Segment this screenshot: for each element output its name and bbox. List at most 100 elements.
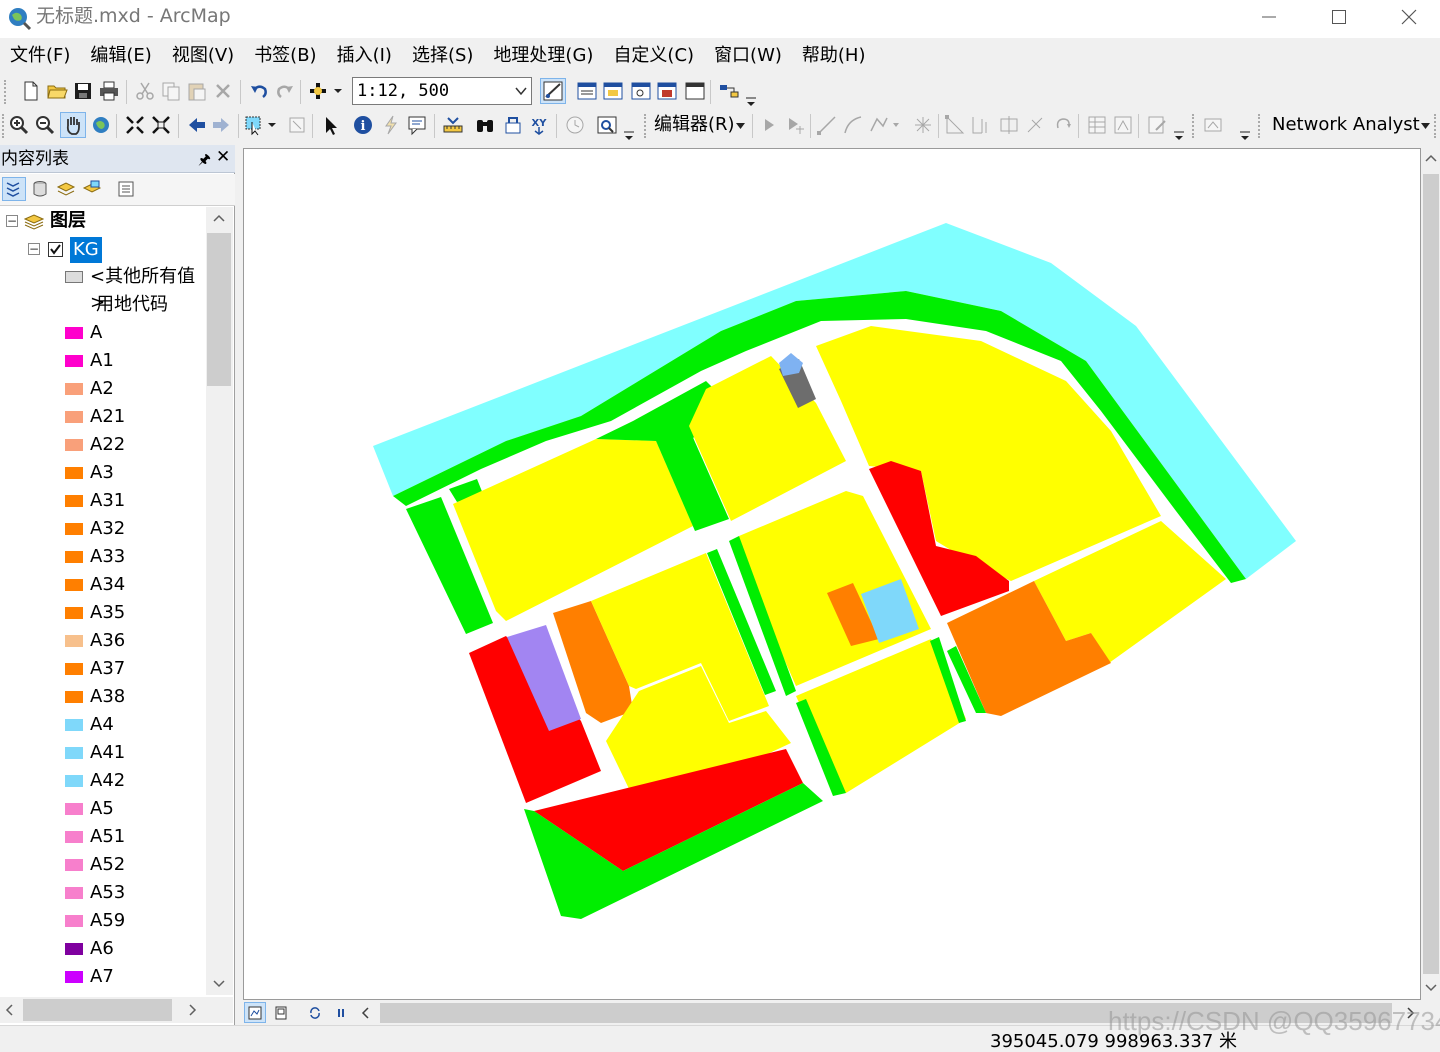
refresh-button[interactable] (304, 1002, 326, 1023)
fixed-zoom-in-button[interactable] (122, 112, 148, 138)
html-popup-button[interactable] (404, 112, 430, 138)
legend-item[interactable]: A5 (0, 795, 206, 823)
fixed-zoom-out-button[interactable] (148, 112, 174, 138)
go-to-xy-button[interactable]: XY (526, 112, 552, 138)
legend-item[interactable]: A35 (0, 599, 206, 627)
zoom-out-button[interactable] (32, 112, 58, 138)
open-button[interactable] (44, 78, 70, 104)
legend-item[interactable]: A42 (0, 767, 206, 795)
search-window-button[interactable] (628, 78, 654, 104)
clear-selection-button[interactable] (284, 112, 310, 138)
sketch-properties-button[interactable] (1110, 112, 1136, 138)
toolbar-grip[interactable] (1258, 114, 1262, 138)
layer-name-kg[interactable]: KG (70, 237, 102, 263)
measure-button[interactable] (440, 112, 466, 138)
identify-button[interactable]: i (350, 112, 376, 138)
legend-item[interactable]: A22 (0, 431, 206, 459)
menu-help[interactable]: 帮助(H) (796, 38, 872, 74)
scroll-right-button[interactable] (182, 999, 202, 1021)
legend-item[interactable]: A34 (0, 571, 206, 599)
arctoolbox-button[interactable] (654, 78, 680, 104)
network-analyst-menu[interactable]: Network Analyst (1272, 112, 1420, 138)
toc-vertical-scrollbar[interactable] (206, 207, 233, 995)
menu-file[interactable]: 文件(F) (4, 38, 76, 74)
table-of-contents-button[interactable] (574, 78, 600, 104)
delete-button[interactable] (210, 78, 236, 104)
straight-segment-button[interactable] (814, 112, 840, 138)
hyperlink-button[interactable] (378, 112, 404, 138)
save-button[interactable] (70, 78, 96, 104)
menu-view[interactable]: 视图(V) (166, 38, 240, 74)
pan-button[interactable] (60, 112, 86, 138)
undo-button[interactable] (246, 78, 272, 104)
menu-insert[interactable]: 插入(I) (331, 38, 398, 74)
select-features-button[interactable] (244, 112, 280, 138)
legend-item[interactable]: A (0, 319, 206, 347)
scroll-up-button[interactable] (207, 207, 231, 231)
close-window-button[interactable] (1374, 0, 1440, 34)
list-by-visibility-tab[interactable] (54, 177, 78, 201)
cut-button[interactable] (132, 78, 158, 104)
find-button[interactable] (472, 112, 498, 138)
edit-annotation-button[interactable] (782, 112, 808, 138)
toolbar-grip[interactable] (4, 80, 8, 104)
scroll-left-button[interactable] (0, 999, 20, 1021)
data-view-button[interactable] (244, 1002, 266, 1023)
legend-item[interactable]: A53 (0, 879, 206, 907)
legend-item[interactable]: A21 (0, 403, 206, 431)
catalog-window-button[interactable] (600, 78, 626, 104)
list-by-source-tab[interactable] (28, 177, 52, 201)
menu-edit[interactable]: 编辑(E) (84, 38, 157, 74)
reshape-button[interactable] (968, 112, 994, 138)
add-data-button[interactable] (306, 78, 346, 104)
toolbar-grip[interactable] (644, 114, 648, 138)
point-button[interactable] (910, 112, 936, 138)
create-viewer-button[interactable] (594, 112, 620, 138)
legend-item[interactable]: A31 (0, 487, 206, 515)
checkbox-checked-icon[interactable] (48, 242, 63, 257)
redo-button[interactable] (272, 78, 298, 104)
legend-item[interactable]: A51 (0, 823, 206, 851)
scroll-down-button[interactable] (207, 971, 231, 995)
print-button[interactable] (96, 78, 122, 104)
copy-button[interactable] (158, 78, 184, 104)
legend-item[interactable]: A38 (0, 683, 206, 711)
legend-item[interactable]: A41 (0, 739, 206, 767)
scroll-left-button[interactable] (356, 1003, 376, 1023)
legend-item[interactable]: A2 (0, 375, 206, 403)
pause-drawing-button[interactable] (330, 1002, 352, 1023)
menu-selection[interactable]: 选择(S) (406, 38, 479, 74)
go-back-button[interactable] (184, 112, 210, 138)
legend-item[interactable]: A6 (0, 935, 206, 963)
legend-item[interactable]: A59 (0, 907, 206, 935)
toolbar-overflow-button[interactable] (1238, 116, 1252, 142)
legend-item[interactable]: A52 (0, 851, 206, 879)
land-use-map[interactable] (244, 149, 1422, 1001)
legend-item[interactable]: A4 (0, 711, 206, 739)
chevron-down-icon[interactable] (736, 123, 745, 130)
toolbar-overflow-button[interactable] (744, 82, 758, 108)
edit-tool-button[interactable] (756, 112, 782, 138)
maximize-button[interactable] (1304, 0, 1374, 34)
time-slider-button[interactable] (562, 112, 588, 138)
network-tool-button[interactable] (1200, 112, 1226, 138)
legend-item[interactable]: A32 (0, 515, 206, 543)
menu-windows[interactable]: 窗口(W) (708, 38, 788, 74)
split-tool-button[interactable] (1022, 112, 1048, 138)
model-builder-button[interactable] (716, 78, 742, 104)
editor-menu[interactable]: 编辑器(R) (654, 112, 735, 138)
scroll-up-button[interactable] (1423, 148, 1439, 170)
toolbar-overflow-button[interactable] (622, 116, 636, 142)
legend-item[interactable]: A1 (0, 347, 206, 375)
list-by-selection-tab[interactable] (80, 177, 104, 201)
legend-item[interactable]: A36 (0, 627, 206, 655)
cut-polygons-button[interactable] (996, 112, 1022, 138)
toolbar-overflow-button[interactable] (1172, 116, 1186, 142)
collapse-icon[interactable]: − (6, 215, 18, 227)
find-route-button[interactable] (500, 112, 526, 138)
editor-toolbar-button[interactable] (540, 78, 566, 104)
chevron-down-icon[interactable] (515, 86, 527, 96)
menu-bookmarks[interactable]: 书签(B) (248, 38, 322, 74)
chevron-down-icon[interactable] (1421, 123, 1430, 130)
toolbar-grip[interactable] (1434, 114, 1438, 138)
